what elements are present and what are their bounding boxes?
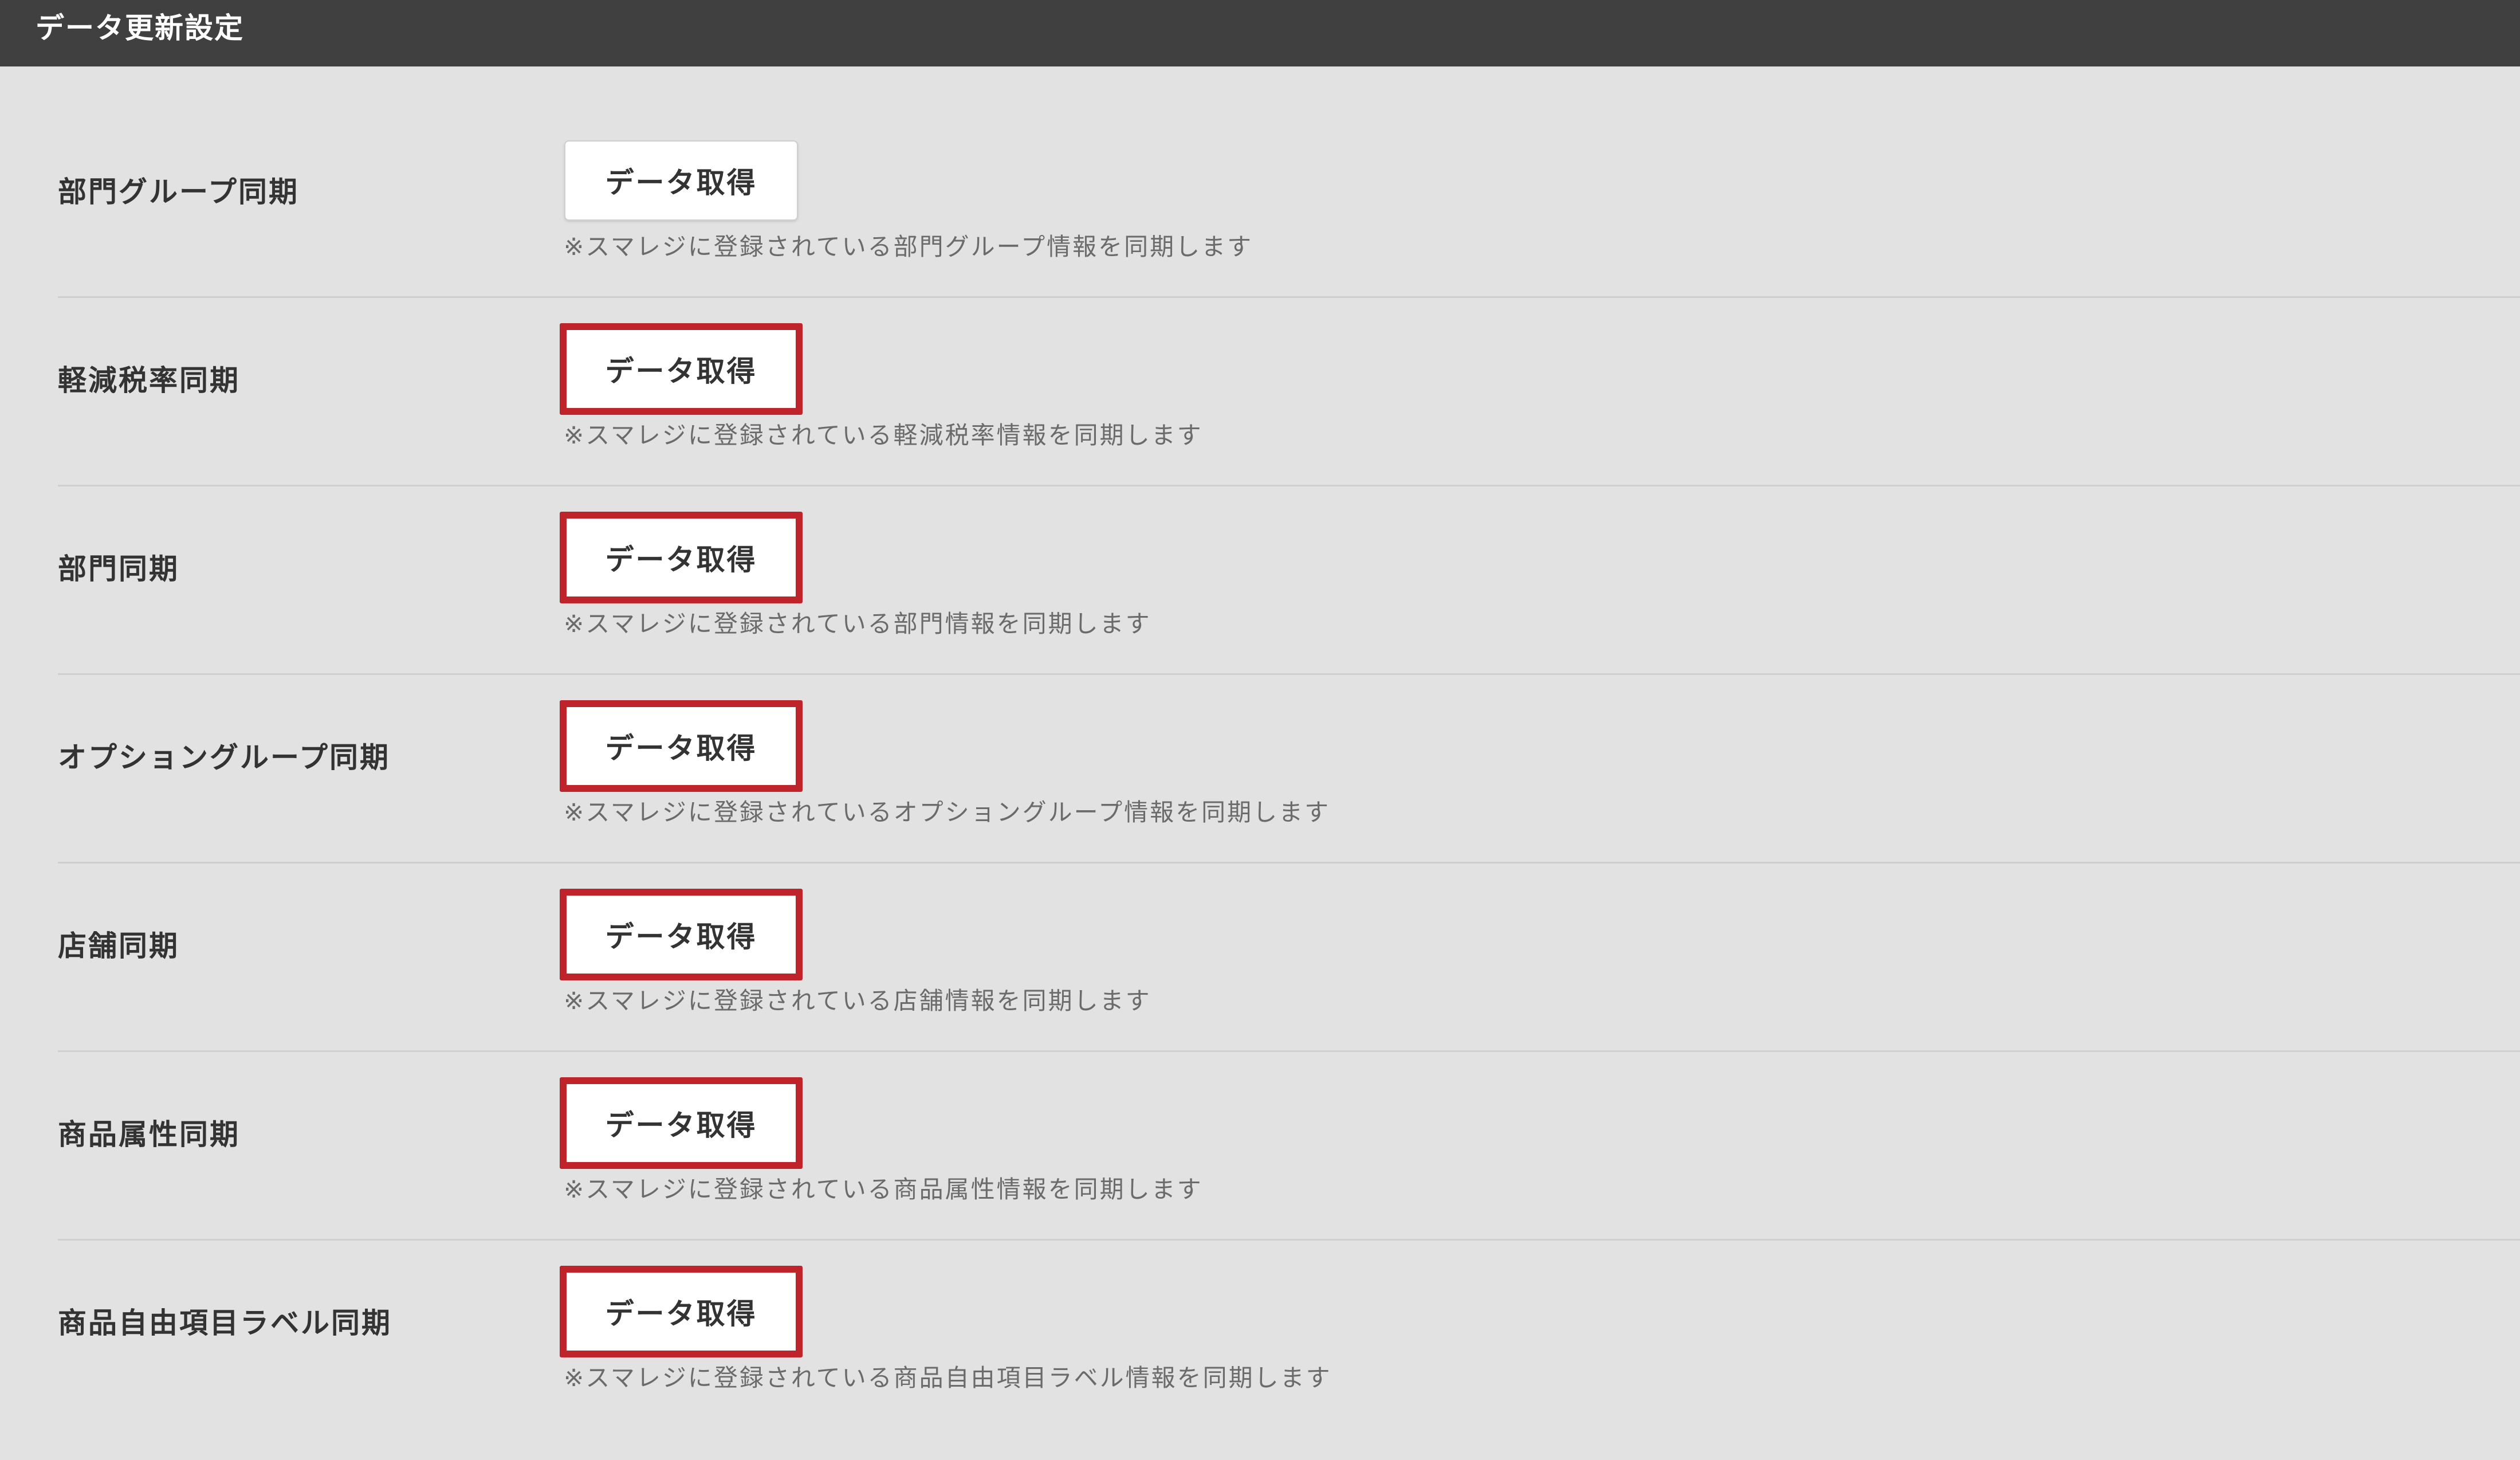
- page-title: データ更新設定: [36, 11, 244, 45]
- row-description: ※スマレジに登録されている商品自由項目ラベル情報を同期します: [564, 1364, 1332, 1392]
- row-label: オプショングループ同期: [58, 741, 390, 774]
- sync-row-department: 部門同期 データ取得 ※スマレジに登録されている部門情報を同期します: [0, 512, 2520, 706]
- row-divider: [58, 485, 2520, 486]
- row-label: 部門グループ同期: [58, 175, 299, 209]
- row-description: ※スマレジに登録されている商品属性情報を同期します: [564, 1175, 1203, 1203]
- row-description: ※スマレジに登録されている部門グループ情報を同期します: [564, 233, 1253, 261]
- row-divider: [58, 673, 2520, 675]
- row-description: ※スマレジに登録されている店舗情報を同期します: [564, 987, 1151, 1015]
- row-label: 商品属性同期: [58, 1118, 240, 1151]
- fetch-data-button[interactable]: データ取得: [560, 1266, 803, 1357]
- row-divider: [58, 296, 2520, 298]
- row-description: ※スマレジに登録されている部門情報を同期します: [564, 610, 1151, 638]
- row-label: 商品自由項目ラベル同期: [58, 1306, 392, 1340]
- sync-row-product-attribute: 商品属性同期 データ取得 ※スマレジに登録されている商品属性情報を同期します: [0, 1077, 2520, 1271]
- row-divider: [58, 862, 2520, 864]
- row-description: ※スマレジに登録されているオプショングループ情報を同期します: [564, 798, 1331, 826]
- fetch-data-button[interactable]: データ取得: [560, 889, 803, 980]
- fetch-data-button[interactable]: データ取得: [560, 512, 803, 603]
- row-divider: [58, 1239, 2520, 1241]
- row-label: 軽減税率同期: [58, 364, 240, 397]
- fetch-data-button[interactable]: データ取得: [560, 323, 803, 415]
- sync-row-department-group: 部門グループ同期 データ取得 ※スマレジに登録されている部門グループ情報を同期し…: [0, 140, 2520, 329]
- sync-row-store: 店舗同期 データ取得 ※スマレジに登録されている店舗情報を同期します: [0, 889, 2520, 1083]
- page-header: データ更新設定: [0, 0, 2520, 66]
- sync-row-product-custom-label: 商品自由項目ラベル同期 データ取得 ※スマレジに登録されている商品自由項目ラベル…: [0, 1266, 2520, 1460]
- row-divider: [58, 1050, 2520, 1052]
- fetch-data-button[interactable]: データ取得: [564, 140, 798, 221]
- sync-row-option-group: オプショングループ同期 データ取得 ※スマレジに登録されているオプショングループ…: [0, 700, 2520, 894]
- row-label: 店舗同期: [58, 929, 179, 963]
- row-description: ※スマレジに登録されている軽減税率情報を同期します: [564, 421, 1203, 449]
- fetch-data-button[interactable]: データ取得: [560, 1077, 803, 1169]
- row-label: 部門同期: [58, 552, 179, 586]
- fetch-data-button[interactable]: データ取得: [560, 700, 803, 792]
- sync-row-reduced-tax-rate: 軽減税率同期 データ取得 ※スマレジに登録されている軽減税率情報を同期します: [0, 323, 2520, 517]
